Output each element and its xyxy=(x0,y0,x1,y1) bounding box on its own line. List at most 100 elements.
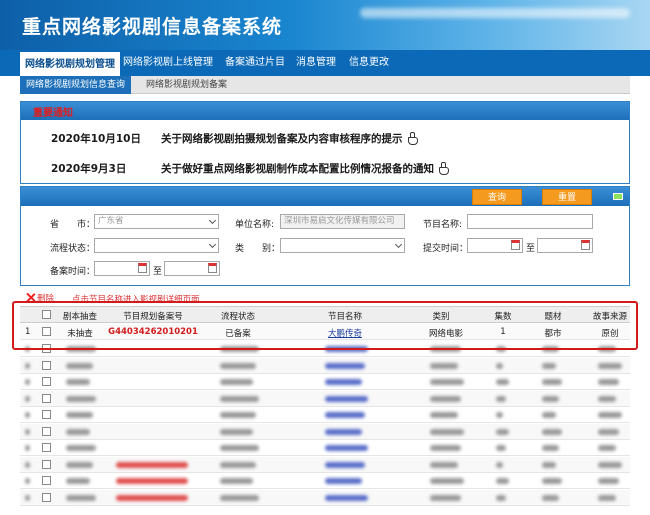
redacted-index xyxy=(25,478,30,484)
unit-name-value: 深圳市易启文化传媒有限公司 xyxy=(284,216,395,226)
row-checkbox[interactable] xyxy=(42,377,51,386)
redacted-cell xyxy=(542,445,559,451)
table-row xyxy=(20,473,630,489)
calendar-icon[interactable] xyxy=(511,240,520,250)
redacted-record-no xyxy=(116,461,188,468)
reset-button[interactable]: 重置 xyxy=(542,189,592,205)
calendar-icon[interactable] xyxy=(208,263,217,273)
redacted-cell xyxy=(325,478,362,484)
redacted-cell xyxy=(542,478,562,484)
redacted-cell xyxy=(496,494,506,501)
redacted-cell xyxy=(496,428,509,435)
redacted-cell xyxy=(66,395,96,402)
redacted-cell xyxy=(430,412,458,418)
main-nav: 网络影视剧规划管理 网络影视剧上线管理 备案通过片目 消息管理 信息更改 xyxy=(0,50,650,76)
nav-online-management[interactable]: 网络影视剧上线管理 xyxy=(118,50,218,76)
redacted-cell xyxy=(430,478,464,484)
redacted-cell xyxy=(542,412,556,418)
row-checkbox[interactable] xyxy=(42,492,51,502)
record-time-label: 备案时间： xyxy=(50,267,96,277)
redacted-cell xyxy=(496,412,503,418)
redacted-cell xyxy=(220,412,256,418)
table-row xyxy=(20,390,630,407)
subnav-planning-record[interactable]: 网络影视剧规划备案 xyxy=(140,76,233,94)
program-name-input[interactable] xyxy=(467,214,593,229)
province-label: 省 市： xyxy=(50,220,96,230)
redacted-cell xyxy=(220,478,253,484)
subnav-planning-query[interactable]: 网络影视剧规划信息查询 xyxy=(20,76,132,94)
row-checkbox[interactable] xyxy=(42,360,51,370)
table-row xyxy=(20,423,630,440)
redacted-cell xyxy=(598,379,619,385)
redacted-cell xyxy=(430,379,464,385)
redacted-cell xyxy=(66,362,93,369)
nav-info-change[interactable]: 信息更改 xyxy=(344,50,394,76)
app-header: 重点网络影视剧信息备案系统 xyxy=(0,0,650,50)
query-button[interactable]: 查询 xyxy=(472,189,522,205)
redacted-cell xyxy=(430,494,461,501)
app-title: 重点网络影视剧信息备案系统 xyxy=(22,16,283,38)
notice-panel: 重要通知 2020年10月10日 关于网络影视剧拍摄规划备案及内容审核程序的提示… xyxy=(20,101,630,184)
redacted-record-no xyxy=(116,478,188,484)
row-checkbox[interactable] xyxy=(42,443,51,452)
nav-message-management[interactable]: 消息管理 xyxy=(291,50,341,76)
redacted-index xyxy=(25,379,30,385)
redacted-cell xyxy=(66,478,90,484)
process-status-select[interactable] xyxy=(94,238,219,253)
nav-approved-list[interactable]: 备案通过片目 xyxy=(220,50,290,76)
redacted-index xyxy=(25,412,30,418)
table-row xyxy=(20,407,630,423)
redacted-cell xyxy=(325,379,362,385)
province-value: 广东省 xyxy=(98,216,124,226)
table-row xyxy=(20,456,630,473)
row-checkbox[interactable] xyxy=(42,459,51,469)
redacted-cell xyxy=(496,461,503,468)
row-checkbox[interactable] xyxy=(42,476,51,485)
redacted-cell xyxy=(220,445,259,451)
submit-time-label: 提交时间： xyxy=(423,244,469,254)
redacted-index xyxy=(25,445,30,451)
submit-time-start[interactable] xyxy=(467,238,523,253)
record-time-to-label: 至 xyxy=(153,267,163,277)
row-checkbox[interactable] xyxy=(42,410,51,419)
redacted-index xyxy=(25,362,30,369)
unit-name-field[interactable]: 深圳市易启文化传媒有限公司 xyxy=(280,214,405,229)
chevron-down-icon xyxy=(208,216,217,225)
redacted-cell xyxy=(496,379,509,385)
submit-time-end[interactable] xyxy=(537,238,593,253)
table-row xyxy=(20,489,630,506)
unit-name-label: 单位名称: xyxy=(235,220,275,230)
record-time-end[interactable] xyxy=(164,261,220,276)
redacted-cell xyxy=(496,478,509,484)
redacted-cell xyxy=(325,494,368,501)
row-checkbox[interactable] xyxy=(42,426,51,436)
program-name-label: 节目名称: xyxy=(423,220,463,230)
nav-planning-management[interactable]: 网络影视剧规划管理 xyxy=(20,50,120,76)
notice-link[interactable]: 关于做好重点网络影视剧制作成本配置比例情况报备的通知 xyxy=(161,161,449,176)
redacted-cell xyxy=(598,461,622,468)
redacted-cell xyxy=(325,395,368,402)
province-select[interactable]: 广东省 xyxy=(94,214,219,229)
redacted-cell xyxy=(430,428,464,435)
redacted-cell xyxy=(220,494,259,501)
redacted-cell xyxy=(66,379,90,385)
sub-nav: 网络影视剧规划信息查询 网络影视剧规划备案 xyxy=(20,76,630,94)
redacted-cell xyxy=(325,461,365,468)
category-select[interactable] xyxy=(280,238,405,253)
redacted-cell xyxy=(220,461,256,468)
redacted-cell xyxy=(598,428,619,435)
collapse-icon[interactable] xyxy=(613,193,623,200)
search-panel: 查询 重置 省 市： 广东省 单位名称: 深圳市易启文化传媒有限公司 节目名称:… xyxy=(20,186,630,286)
notice-text: 关于网络影视剧拍摄规划备案及内容审核程序的提示 xyxy=(161,133,403,145)
row-checkbox[interactable] xyxy=(42,393,51,403)
redacted-cell xyxy=(598,412,622,418)
calendar-icon[interactable] xyxy=(138,263,147,273)
category-label: 类 别： xyxy=(235,244,281,254)
notice-link[interactable]: 关于网络影视剧拍摄规划备案及内容审核程序的提示 xyxy=(161,131,418,146)
record-time-start[interactable] xyxy=(94,261,150,276)
table-row xyxy=(20,440,630,456)
redacted-cell xyxy=(542,461,556,468)
redacted-cell xyxy=(542,494,559,501)
redacted-cell xyxy=(325,445,368,451)
calendar-icon[interactable] xyxy=(581,240,590,250)
